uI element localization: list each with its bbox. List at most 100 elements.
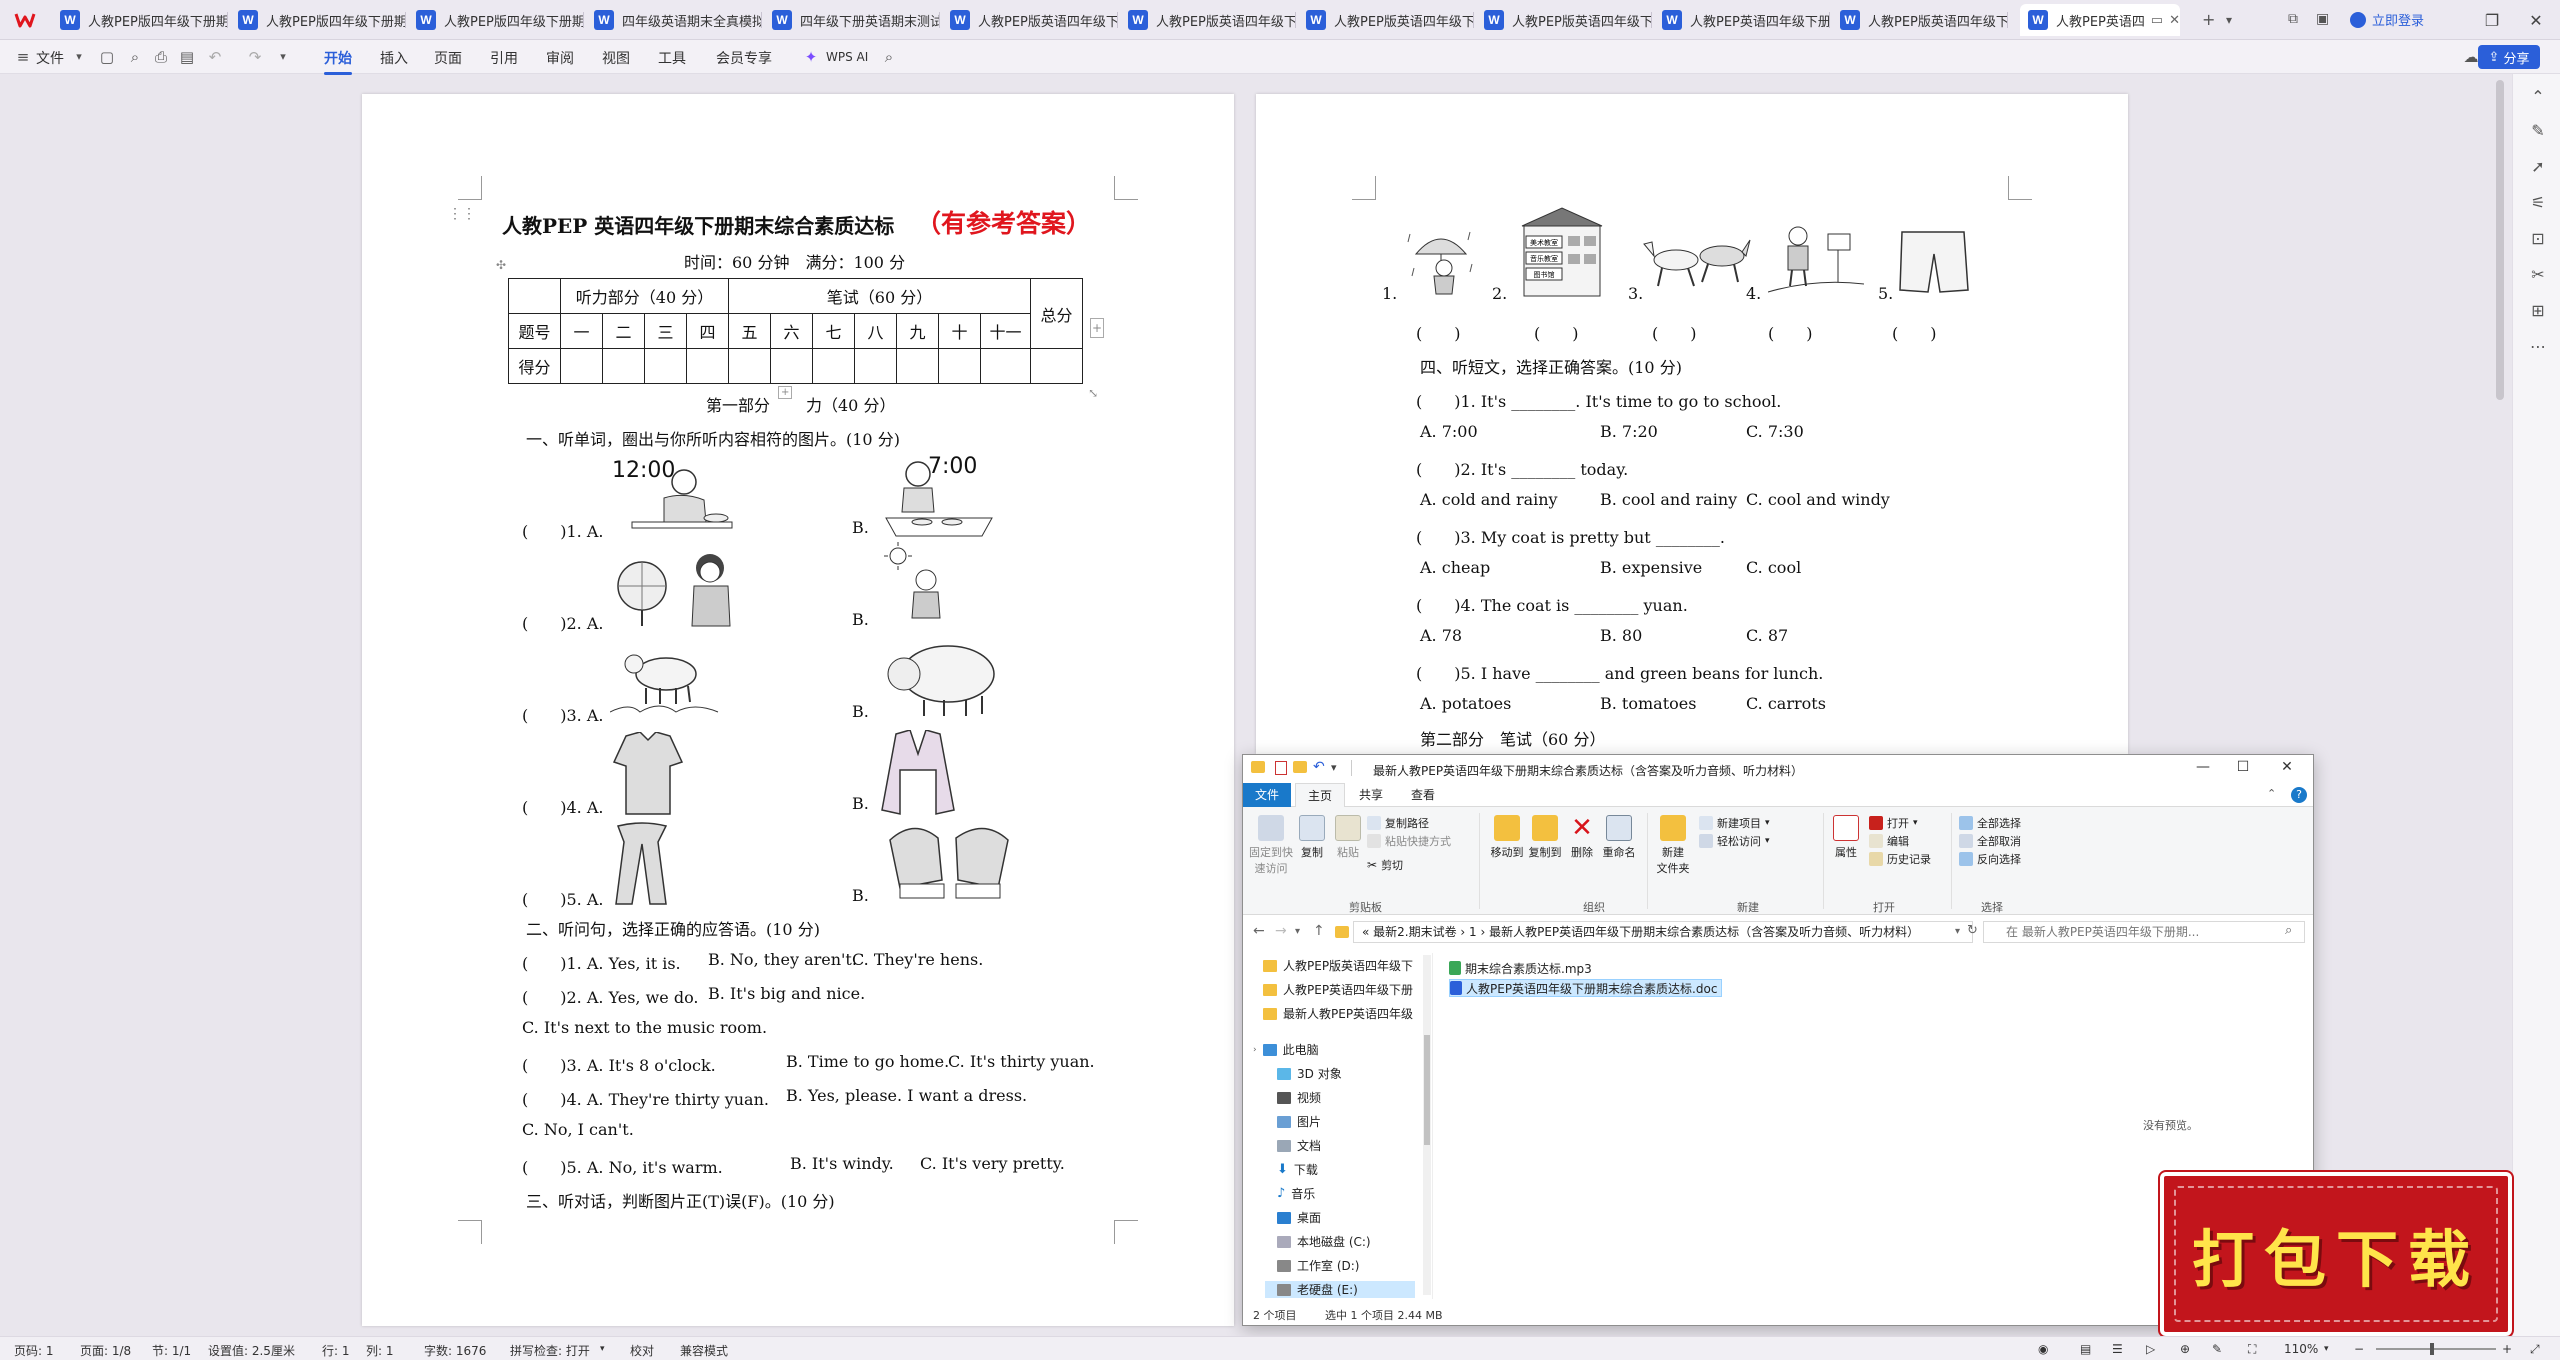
edit-pen-icon[interactable]: ✎ [2529, 122, 2547, 140]
nav-item-folder-3[interactable]: 最新人教PEP英语四年级 [1263, 1005, 1413, 1022]
undo-quick-icon[interactable]: ↶ [1313, 759, 1325, 775]
adjust-icon[interactable]: ⚟ [2529, 194, 2547, 212]
search-icon[interactable]: ⌕ [2285, 923, 2292, 938]
table-resize-icon[interactable]: ⤡ [1088, 386, 1098, 400]
doc-tab-5[interactable]: W 四年级下册英语期末测试 [764, 4, 940, 36]
table-move-icon[interactable]: ✣ [496, 258, 506, 272]
window-layout-icon[interactable]: ⧉ [2288, 11, 2298, 27]
status-row[interactable]: 行: 1 [322, 1342, 350, 1359]
nav-item-pictures[interactable]: 图片 [1277, 1113, 1321, 1130]
forward-arrow-icon[interactable]: → [1275, 923, 1287, 939]
window-restore-icon[interactable]: ❐ [2472, 6, 2512, 34]
page-view-icon[interactable]: ▤ [2080, 1342, 2091, 1356]
nav-item-3d[interactable]: 3D 对象 [1277, 1065, 1342, 1082]
search-doc-icon[interactable]: ⌕ [126, 48, 144, 66]
more-icon[interactable]: ⋯ [2529, 338, 2547, 356]
nav-item-documents[interactable]: 文档 [1277, 1137, 1321, 1154]
doc-tab-3[interactable]: W 人教PEP版四年级下册期 [408, 4, 584, 36]
explorer-tab-file[interactable]: 文件 [1243, 783, 1292, 807]
status-compat-mode[interactable]: 兼容模式 [680, 1342, 728, 1359]
zoom-out-icon[interactable]: − [2354, 1342, 2364, 1356]
doc-tab-active[interactable]: W人教PEP英语四年▭✕ [2020, 4, 2180, 36]
easy-access-button[interactable]: 轻松访问 ▾ [1699, 833, 1770, 849]
maximize-icon[interactable]: ☐ [2223, 759, 2263, 779]
address-chevron-icon[interactable]: ▾ [1955, 926, 1960, 937]
multi-window-icon[interactable]: ▣ [2316, 11, 2329, 27]
doc-scrollbar[interactable] [2496, 80, 2504, 400]
nav-item-drive-d[interactable]: 工作室 (D:) [1277, 1257, 1359, 1274]
tools-icon[interactable]: ✂ [2529, 266, 2547, 284]
nav-item-music[interactable]: ♪ 音乐 [1277, 1185, 1315, 1202]
translate-icon[interactable]: ⊡ [2529, 230, 2547, 248]
status-column[interactable]: 列: 1 [366, 1342, 394, 1359]
file-row-mp3[interactable]: 期末综合素质达标.mp3 [1449, 959, 1596, 977]
chevron-down-icon[interactable]: ▾ [70, 48, 88, 66]
select-cursor-icon[interactable]: ➚ [2529, 158, 2547, 176]
download-package-banner[interactable]: 打包下载 [2160, 1172, 2512, 1336]
share-button[interactable]: ⇪ 分享 [2478, 45, 2540, 69]
doc-tab-10[interactable]: W 人教PEP英语四年级下册 [1654, 4, 1830, 36]
address-path[interactable]: « 最新2.期末试卷 › 1 › 最新人教PEP英语四年级下册期末综合素质达标（… [1353, 921, 1973, 943]
zoom-in-icon[interactable]: + [2502, 1342, 2512, 1356]
status-pages[interactable]: 页面: 1/8 [80, 1342, 131, 1359]
close-tab-icon[interactable]: ✕ [2169, 13, 2180, 28]
nav-item-this-pc[interactable]: › 此电脑 [1253, 1041, 1319, 1058]
nav-item-drive-e[interactable]: 老硬盘 (E:) [1265, 1281, 1415, 1298]
copy-button[interactable]: 复制 [1295, 815, 1329, 860]
nav-scrollbar[interactable] [1423, 955, 1431, 1295]
select-none-button[interactable]: 全部取消 [1959, 833, 2021, 849]
doc-tab-11[interactable]: W 人教PEP版英语四年级下 [1832, 4, 2008, 36]
redo-icon[interactable]: ↷ [246, 48, 264, 66]
nav-item-folder-2[interactable]: 人教PEP英语四年级下册 [1263, 981, 1413, 998]
move-to-button[interactable]: 移动到 [1489, 815, 1525, 860]
edit-button[interactable]: 编辑 [1869, 833, 1909, 849]
zoom-slider[interactable] [2376, 1348, 2496, 1350]
status-setting[interactable]: 设置值: 2.5厘米 [208, 1342, 295, 1359]
refresh-icon[interactable]: ↻ [1967, 923, 1978, 938]
wps-logo-icon[interactable] [14, 9, 36, 31]
edit-mode-icon[interactable]: ✎ [2212, 1342, 2222, 1356]
recent-chevron-icon[interactable]: ▾ [1295, 926, 1300, 937]
chevron-up-icon[interactable]: ⌃ [2529, 88, 2547, 106]
status-spell-check[interactable]: 拼写检查: 打开 [510, 1342, 590, 1359]
wps-ai-button[interactable]: WPS AI [826, 50, 868, 64]
nav-item-downloads[interactable]: ⬇ 下载 [1277, 1161, 1318, 1178]
back-arrow-icon[interactable]: ← [1253, 923, 1265, 939]
zoom-level[interactable]: 110% [2284, 1342, 2318, 1356]
nav-item-folder-1[interactable]: 人教PEP版英语四年级下 [1263, 957, 1413, 974]
select-all-button[interactable]: 全部选择 [1959, 815, 2021, 831]
play-icon[interactable]: ▷ [2146, 1342, 2155, 1356]
ribbon-tab-page[interactable]: 页面 [434, 48, 462, 68]
invert-selection-button[interactable]: 反向选择 [1959, 851, 2021, 867]
quick-access-chevron-icon[interactable]: ▾ [1331, 761, 1337, 774]
window-close-icon[interactable]: ✕ [2516, 6, 2556, 34]
help-icon[interactable]: ? [2291, 787, 2307, 803]
pin-quick-access-button[interactable]: 固定到快 速访问 [1249, 815, 1293, 876]
doc-tab-1[interactable]: W 人教PEP版四年级下册期 [52, 4, 228, 36]
apps-icon[interactable]: ⊞ [2529, 302, 2547, 320]
ribbon-collapse-icon[interactable]: ⌃ [2267, 787, 2276, 800]
eye-protect-icon[interactable]: ◉ [2038, 1342, 2048, 1356]
paste-shortcut-button[interactable]: 粘贴快捷方式 [1367, 833, 1451, 849]
add-column-icon[interactable]: + [1090, 318, 1104, 338]
ribbon-tab-tools[interactable]: 工具 [658, 48, 686, 68]
ribbon-tab-home[interactable]: 开始 [324, 48, 352, 75]
paste-button[interactable]: 粘贴 [1331, 815, 1365, 860]
print-icon[interactable]: ⎙ [152, 48, 170, 66]
status-section[interactable]: 节: 1/1 [152, 1342, 191, 1359]
file-row-doc[interactable]: 人教PEP英语四年级下册期末综合素质达标.doc [1449, 979, 1723, 997]
status-page-number[interactable]: 页码: 1 [14, 1342, 54, 1359]
ribbon-tab-view[interactable]: 视图 [602, 48, 630, 68]
undo-icon[interactable]: ↶ [206, 48, 224, 66]
new-tab-icon[interactable]: + [2202, 10, 2215, 29]
nav-item-drive-c[interactable]: 本地磁盘 (C:) [1277, 1233, 1371, 1250]
status-word-count[interactable]: 字数: 1676 [424, 1342, 486, 1359]
ribbon-tab-member[interactable]: 会员专享 [716, 48, 772, 68]
fit-page-icon[interactable]: ⛶ [2248, 1342, 2256, 1357]
ribbon-tab-review[interactable]: 审阅 [546, 48, 574, 68]
close-icon[interactable]: ✕ [2267, 759, 2307, 779]
search-icon[interactable]: ⌕ [880, 48, 898, 66]
new-folder-button[interactable]: 新建 文件夹 [1653, 815, 1693, 876]
doc-tab-4[interactable]: W 四年级英语期末全真模拟 [586, 4, 762, 36]
properties-quick-icon[interactable] [1275, 761, 1287, 775]
